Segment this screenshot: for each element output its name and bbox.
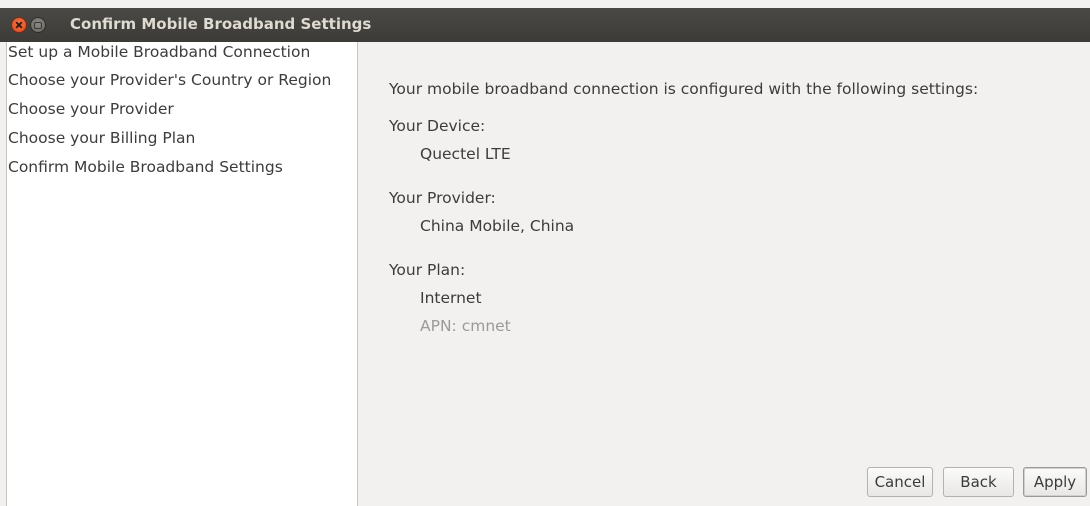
sidebar-item-country: Choose your Provider's Country or Region — [8, 71, 332, 89]
provider-value: China Mobile, China — [420, 217, 575, 235]
minimize-icon[interactable] — [30, 17, 46, 33]
close-icon[interactable] — [11, 17, 27, 33]
sidebar-item-setup: Set up a Mobile Broadband Connection — [8, 43, 311, 61]
device-label: Your Device: — [389, 117, 486, 135]
provider-label: Your Provider: — [389, 189, 496, 207]
sidebar-item-confirm: Confirm Mobile Broadband Settings — [8, 158, 283, 176]
steps-sidebar: Set up a Mobile Broadband Connection Cho… — [6, 42, 358, 506]
intro-text: Your mobile broadband connection is conf… — [389, 80, 979, 98]
apply-button[interactable]: Apply — [1023, 467, 1087, 497]
window-title: Confirm Mobile Broadband Settings — [70, 15, 372, 33]
apn-value: APN: cmnet — [420, 317, 511, 335]
sidebar-item-plan: Choose your Billing Plan — [8, 129, 196, 147]
device-value: Quectel LTE — [420, 145, 511, 163]
cancel-button[interactable]: Cancel — [867, 467, 933, 497]
plan-label: Your Plan: — [389, 261, 466, 279]
plan-value: Internet — [420, 289, 482, 307]
title-bar[interactable]: Confirm Mobile Broadband Settings — [0, 8, 1090, 42]
assistant-window: Confirm Mobile Broadband Settings Set up… — [0, 0, 1090, 506]
back-button[interactable]: Back — [943, 467, 1014, 497]
sidebar-item-provider: Choose your Provider — [8, 100, 174, 118]
confirm-page: Your mobile broadband connection is conf… — [359, 42, 1090, 506]
